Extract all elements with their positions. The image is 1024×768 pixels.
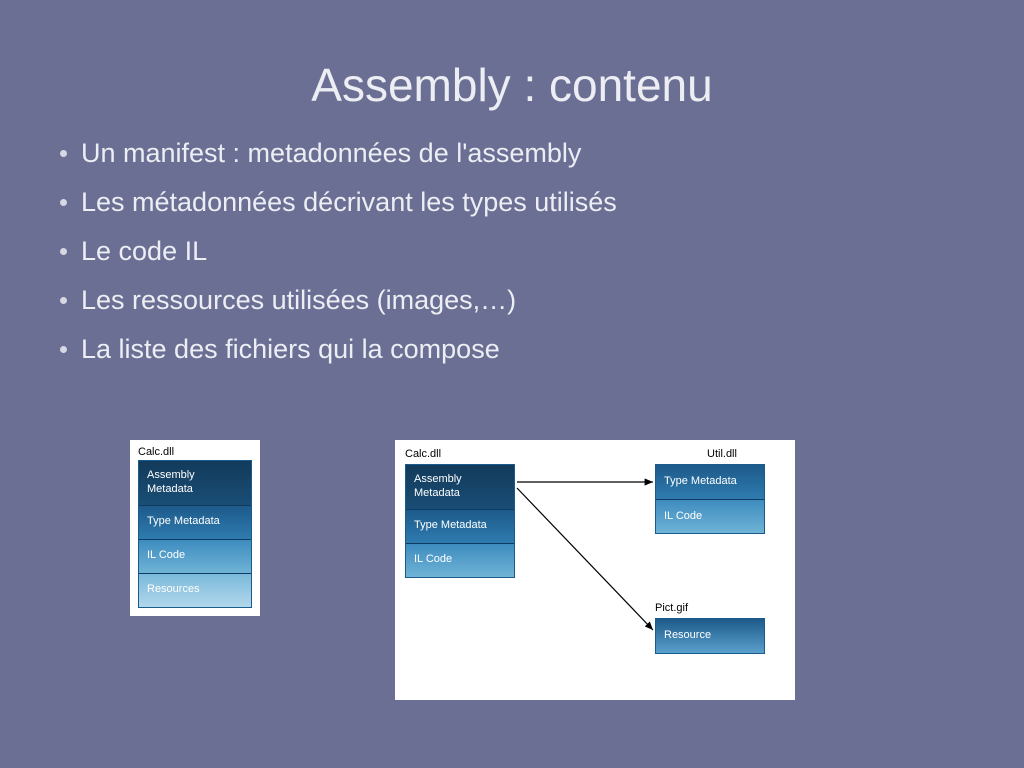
bullet-icon — [60, 150, 67, 157]
list-item: Le code IL — [60, 234, 1024, 269]
file-label: Calc.dll — [405, 448, 441, 460]
stack-cell: Assembly Metadata — [406, 465, 514, 509]
slide-title: Assembly : contenu — [0, 0, 1024, 112]
file-stack-calc: Assembly Metadata Type Metadata IL Code — [405, 464, 515, 578]
file-stack-pict: Resource — [655, 618, 765, 654]
diagram-multi-file: Calc.dll Assembly Metadata Type Metadata… — [395, 440, 795, 700]
file-label: Util.dll — [707, 448, 737, 460]
stack-cell: IL Code — [406, 543, 514, 577]
stack-cell: Resource — [656, 619, 764, 653]
diagram-area: Calc.dll Assembly Metadata Type Metadata… — [0, 440, 1024, 740]
stack-cell: Type Metadata — [406, 509, 514, 543]
file-label: Calc.dll — [138, 446, 252, 458]
stack-cell: Type Metadata — [139, 505, 251, 539]
stack-cell: IL Code — [656, 499, 764, 533]
list-item: Les métadonnées décrivant les types util… — [60, 185, 1024, 220]
bullet-text: La liste des fichiers qui la compose — [81, 332, 500, 367]
diagram-single-file: Calc.dll Assembly Metadata Type Metadata… — [130, 440, 260, 616]
bullet-text: Le code IL — [81, 234, 207, 269]
stack-cell: Assembly Metadata — [139, 461, 251, 505]
list-item: La liste des fichiers qui la compose — [60, 332, 1024, 367]
bullet-icon — [60, 248, 67, 255]
file-stack-util: Type Metadata IL Code — [655, 464, 765, 534]
stack-cell: Type Metadata — [656, 465, 764, 499]
bullet-text: Un manifest : metadonnées de l'assembly — [81, 136, 581, 171]
stack-cell: IL Code — [139, 539, 251, 573]
list-item: Les ressources utilisées (images,…) — [60, 283, 1024, 318]
file-stack: Assembly Metadata Type Metadata IL Code … — [138, 460, 252, 608]
list-item: Un manifest : metadonnées de l'assembly — [60, 136, 1024, 171]
file-label: Pict.gif — [655, 602, 688, 614]
bullet-text: Les métadonnées décrivant les types util… — [81, 185, 617, 220]
bullet-list: Un manifest : metadonnées de l'assembly … — [60, 136, 1024, 367]
bullet-icon — [60, 297, 67, 304]
stack-cell: Resources — [139, 573, 251, 607]
bullet-text: Les ressources utilisées (images,…) — [81, 283, 516, 318]
bullet-icon — [60, 199, 67, 206]
bullet-icon — [60, 346, 67, 353]
